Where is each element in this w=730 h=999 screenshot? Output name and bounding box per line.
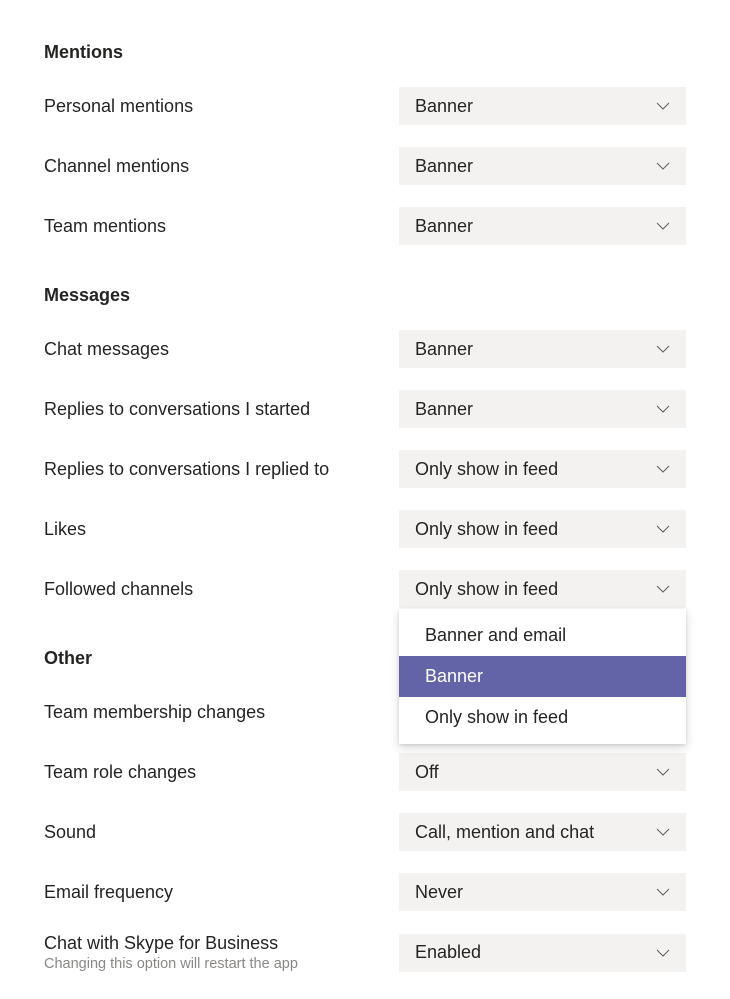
heading-mentions: Mentions [44, 42, 686, 63]
dropdown-followed-channels[interactable]: Only show in feed Banner and email Banne… [399, 570, 686, 608]
label-followed-channels: Followed channels [44, 579, 193, 600]
dropdown-value: Banner [415, 96, 473, 117]
dropdown-value: Never [415, 882, 463, 903]
label-channel-mentions: Channel mentions [44, 156, 189, 177]
label-email-frequency: Email frequency [44, 882, 173, 903]
label-replies-started: Replies to conversations I started [44, 399, 310, 420]
dropdown-personal-mentions[interactable]: Banner [399, 87, 686, 125]
chevron-down-icon [654, 217, 672, 235]
dropdown-channel-mentions[interactable]: Banner [399, 147, 686, 185]
label-replies-replied: Replies to conversations I replied to [44, 459, 329, 480]
row-followed-channels: Followed channels Only show in feed Bann… [44, 570, 686, 608]
chevron-down-icon [654, 520, 672, 538]
dropdown-likes[interactable]: Only show in feed [399, 510, 686, 548]
label-role-changes: Team role changes [44, 762, 196, 783]
row-sound: Sound Call, mention and chat [44, 813, 686, 851]
chevron-down-icon [654, 400, 672, 418]
row-chat-messages: Chat messages Banner [44, 330, 686, 368]
chevron-down-icon [654, 460, 672, 478]
dropdown-sound[interactable]: Call, mention and chat [399, 813, 686, 851]
chevron-down-icon [654, 97, 672, 115]
sublabel-skype-business: Changing this option will restart the ap… [44, 956, 298, 972]
dropdown-role-changes[interactable]: Off [399, 753, 686, 791]
dropdown-value: Off [415, 762, 439, 783]
label-membership-changes: Team membership changes [44, 702, 265, 723]
label-likes: Likes [44, 519, 86, 540]
chevron-down-icon [654, 157, 672, 175]
dropdown-skype-business[interactable]: Enabled [399, 934, 686, 972]
dropdown-value: Only show in feed [415, 459, 558, 480]
chevron-down-icon [654, 763, 672, 781]
dropdown-replies-started[interactable]: Banner [399, 390, 686, 428]
dropdown-value: Banner [415, 216, 473, 237]
label-col-skype: Chat with Skype for Business Changing th… [44, 933, 298, 972]
chevron-down-icon [654, 340, 672, 358]
dropdown-value: Banner [415, 399, 473, 420]
row-replies-replied: Replies to conversations I replied to On… [44, 450, 686, 488]
dropdown-value: Only show in feed [415, 519, 558, 540]
dropdown-option-banner-and-email[interactable]: Banner and email [399, 615, 686, 656]
dropdown-value: Banner [415, 339, 473, 360]
label-team-mentions: Team mentions [44, 216, 166, 237]
dropdown-replies-replied[interactable]: Only show in feed [399, 450, 686, 488]
section-messages: Messages Chat messages Banner Replies to… [44, 285, 686, 608]
dropdown-team-mentions[interactable]: Banner [399, 207, 686, 245]
dropdown-option-banner[interactable]: Banner [399, 656, 686, 697]
dropdown-option-only-show-in-feed[interactable]: Only show in feed [399, 697, 686, 738]
row-likes: Likes Only show in feed [44, 510, 686, 548]
chevron-down-icon [654, 944, 672, 962]
dropdown-value: Enabled [415, 942, 481, 963]
row-skype-business: Chat with Skype for Business Changing th… [44, 933, 686, 972]
row-email-frequency: Email frequency Never [44, 873, 686, 911]
row-channel-mentions: Channel mentions Banner [44, 147, 686, 185]
dropdown-value: Banner [415, 156, 473, 177]
row-role-changes: Team role changes Off [44, 753, 686, 791]
label-sound: Sound [44, 822, 96, 843]
dropdown-menu-followed-channels: Banner and email Banner Only show in fee… [399, 609, 686, 744]
chevron-down-icon [654, 883, 672, 901]
label-chat-messages: Chat messages [44, 339, 169, 360]
chevron-down-icon [654, 823, 672, 841]
label-personal-mentions: Personal mentions [44, 96, 193, 117]
chevron-down-icon [654, 580, 672, 598]
dropdown-value: Only show in feed [415, 579, 558, 600]
row-personal-mentions: Personal mentions Banner [44, 87, 686, 125]
section-mentions: Mentions Personal mentions Banner Channe… [44, 42, 686, 245]
dropdown-value: Call, mention and chat [415, 822, 594, 843]
dropdown-chat-messages[interactable]: Banner [399, 330, 686, 368]
row-team-mentions: Team mentions Banner [44, 207, 686, 245]
label-skype-business: Chat with Skype for Business [44, 933, 298, 954]
row-replies-started: Replies to conversations I started Banne… [44, 390, 686, 428]
heading-messages: Messages [44, 285, 686, 306]
dropdown-email-frequency[interactable]: Never [399, 873, 686, 911]
